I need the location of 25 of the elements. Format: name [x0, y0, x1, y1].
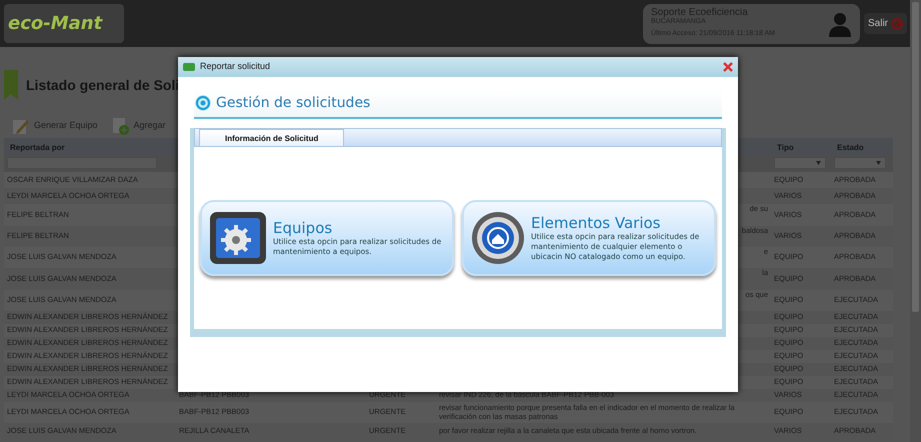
column-header[interactable]: Reportada por: [4, 138, 176, 155]
dialog-heading: Gestión de solicitudes: [216, 94, 370, 112]
scrollbar[interactable]: [910, 0, 921, 442]
house-refresh-icon: [470, 210, 526, 266]
filter-dropdown[interactable]: [834, 157, 886, 169]
dialog-title: Reportar solicitud: [200, 60, 270, 74]
gear-icon: [208, 210, 268, 266]
caret-icon: [816, 161, 821, 165]
column-header[interactable]: Estado: [831, 138, 893, 155]
logout-link[interactable]: Salir: [864, 13, 907, 34]
filter-dropdown[interactable]: [774, 157, 826, 169]
tab[interactable]: Información de Solicitud: [199, 129, 344, 146]
power-icon: [891, 18, 903, 30]
close-icon: [723, 62, 733, 72]
option-title: Equipos: [273, 219, 334, 238]
page-title: Listado general de Soli: [26, 76, 180, 94]
column-header[interactable]: Tipo: [771, 138, 831, 155]
ring-icon: [194, 94, 212, 112]
close-button[interactable]: [723, 62, 733, 72]
add-document-icon: [112, 116, 130, 134]
bookmark-icon: [4, 70, 18, 100]
logo: eco-Mant: [4, 4, 124, 43]
caret-icon: [876, 161, 881, 165]
folder-icon: [183, 63, 195, 71]
user-silhouette-icon: [828, 10, 852, 36]
